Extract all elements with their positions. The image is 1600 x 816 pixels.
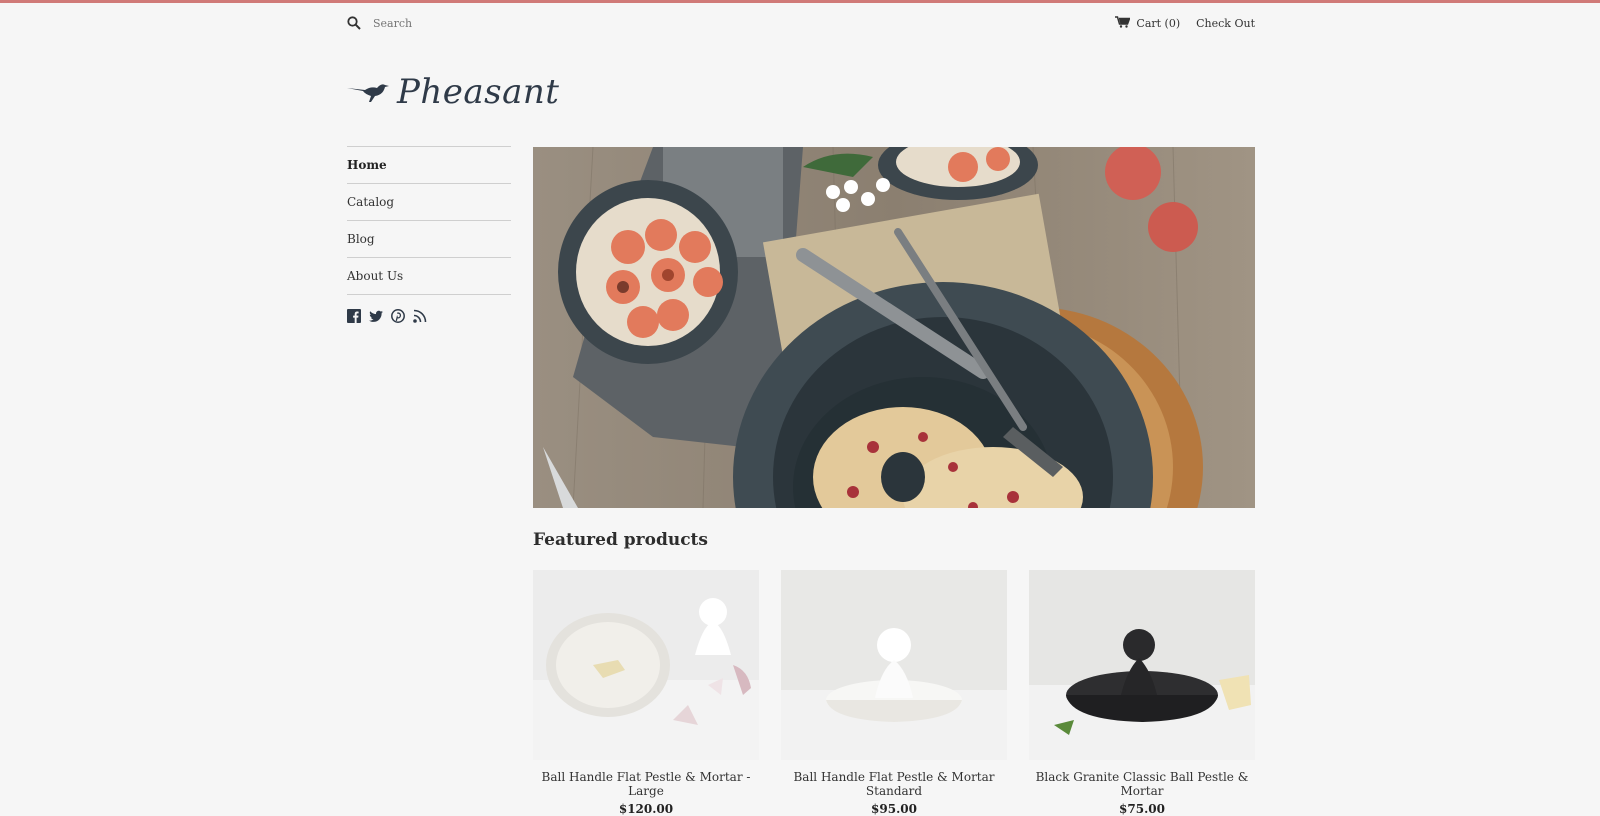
product-name[interactable]: Black Granite Classic Ball Pestle & Mort…	[1029, 770, 1255, 798]
pinterest-icon[interactable]	[391, 309, 405, 323]
search-form	[347, 16, 513, 30]
cart-area: Cart (0) Check Out	[1115, 15, 1255, 31]
product-card[interactable]: Ball Handle Flat Pestle & Mortar - Large…	[533, 570, 759, 816]
top-accent-bar	[0, 0, 1600, 3]
nav-item-label: Blog	[347, 232, 375, 246]
cart-label: Cart (0)	[1136, 16, 1181, 30]
product-card[interactable]: Ball Handle Flat Pestle & Mortar Standar…	[781, 570, 1007, 816]
product-card[interactable]: Black Granite Classic Ball Pestle & Mort…	[1029, 570, 1255, 816]
nav-item-home[interactable]: Home	[347, 147, 511, 184]
checkout-link[interactable]: Check Out	[1196, 17, 1255, 30]
cart-link[interactable]: Cart (0)	[1115, 15, 1181, 31]
top-bar: Cart (0) Check Out	[347, 12, 1255, 34]
product-name[interactable]: Ball Handle Flat Pestle & Mortar Standar…	[781, 770, 1007, 798]
search-icon[interactable]	[347, 16, 361, 30]
product-price: $120.00	[618, 802, 674, 816]
product-image[interactable]	[1029, 570, 1255, 760]
sidebar: Home Catalog Blog About Us	[347, 146, 511, 323]
featured-products-heading: Featured products	[533, 530, 708, 550]
nav-item-blog[interactable]: Blog	[347, 221, 511, 258]
rss-icon[interactable]	[413, 309, 427, 323]
search-input[interactable]	[373, 16, 513, 30]
product-name[interactable]: Ball Handle Flat Pestle & Mortar - Large	[533, 770, 759, 798]
nav-item-label: Catalog	[347, 195, 395, 209]
product-grid: Ball Handle Flat Pestle & Mortar - Large…	[533, 570, 1255, 816]
social-links	[347, 309, 511, 323]
facebook-icon[interactable]	[347, 309, 361, 323]
logo[interactable]: Pheasant	[347, 72, 559, 112]
product-price: $95.00	[871, 802, 917, 816]
hero-image	[533, 147, 1255, 508]
pheasant-bird-icon	[347, 77, 389, 107]
twitter-icon[interactable]	[369, 309, 383, 323]
main-nav: Home Catalog Blog About Us	[347, 146, 511, 295]
nav-item-about-us[interactable]: About Us	[347, 258, 511, 295]
nav-item-catalog[interactable]: Catalog	[347, 184, 511, 221]
cart-icon	[1115, 15, 1131, 31]
nav-item-label: Home	[347, 158, 387, 172]
brand-name: Pheasant	[397, 72, 560, 112]
product-price: $75.00	[1119, 802, 1165, 816]
nav-item-label: About Us	[347, 269, 404, 283]
product-image[interactable]	[781, 570, 1007, 760]
product-image[interactable]	[533, 570, 759, 760]
